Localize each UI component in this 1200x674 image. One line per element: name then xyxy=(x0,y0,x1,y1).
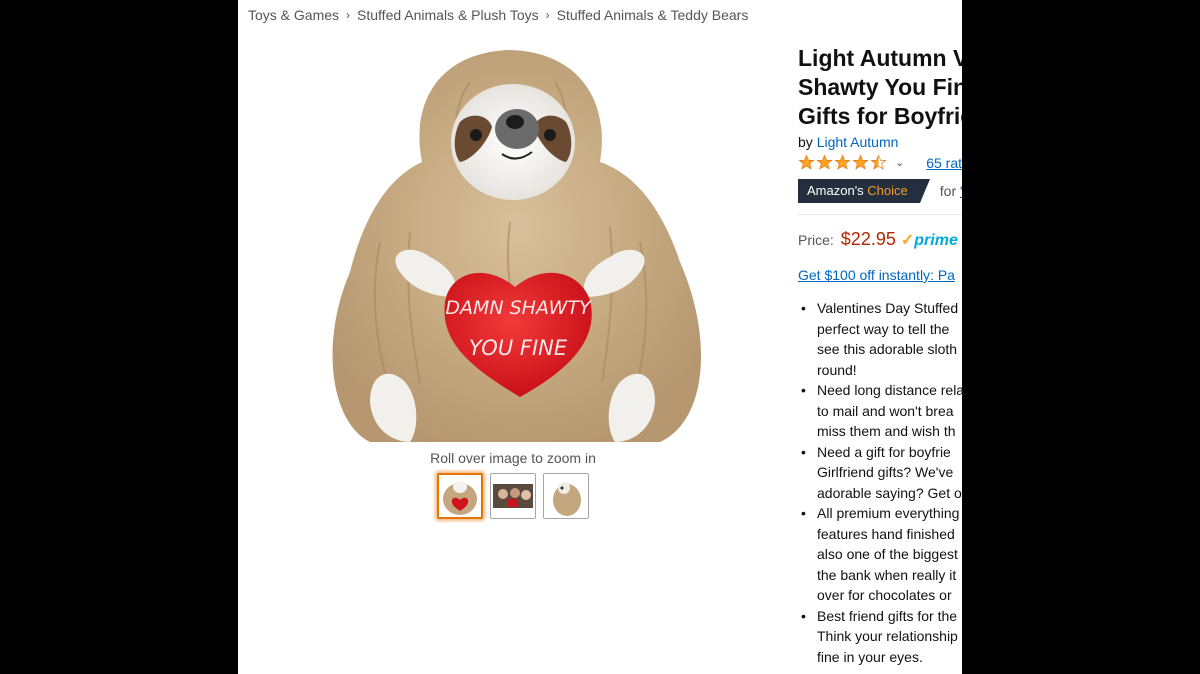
title-line-1: Light Autumn V xyxy=(798,45,962,71)
ratings-count-link[interactable]: 65 rat xyxy=(926,155,962,171)
bullet-line: see this adorable sloth xyxy=(817,341,958,357)
star-rating[interactable] xyxy=(798,154,887,171)
bullet-line: Girlfriend gifts? We've xyxy=(817,464,954,480)
heart-text-line2: YOU FINE xyxy=(469,336,568,360)
bullet-line: fine in your eyes. xyxy=(817,648,923,665)
choice-word: Choice xyxy=(867,183,908,198)
prime-badge[interactable]: ✓prime xyxy=(901,230,958,250)
star-full-icon xyxy=(798,154,815,170)
feature-bullets: Valentines Day Stuffed perfect way to te… xyxy=(798,298,962,667)
heart-text-line1: DAMN SHAWTY xyxy=(445,297,592,319)
bullet-line: over for chocolates or xyxy=(817,587,952,603)
breadcrumb-stuffed-plush[interactable]: Stuffed Animals & Plush Toys xyxy=(357,7,539,23)
thumbnail-2[interactable] xyxy=(490,473,536,519)
by-prefix: by xyxy=(798,134,813,150)
sloth-thumbnail-icon xyxy=(439,475,481,517)
choice-for-text: for "v xyxy=(940,183,962,199)
price-row: Price: $22.95 ✓prime xyxy=(798,229,958,250)
choice-query-link[interactable]: "v xyxy=(960,183,962,199)
sloth-side-thumbnail-icon xyxy=(544,474,588,518)
divider xyxy=(798,214,962,215)
choice-for-label: for xyxy=(939,183,957,199)
product-title: Light Autumn V Shawty You Fine Gifts for… xyxy=(798,44,962,131)
promo-link[interactable]: Get $100 off instantly: Pa xyxy=(798,267,955,283)
people-photo-thumbnail-icon xyxy=(491,474,535,518)
zoom-hint: Roll over image to zoom in xyxy=(430,450,596,466)
bullet-line: features hand finished xyxy=(817,525,955,542)
bullet-line: perfect way to tell the xyxy=(817,320,950,337)
chevron-down-icon[interactable]: ⌄ xyxy=(895,156,904,169)
title-line-2: Shawty You Fine xyxy=(798,74,962,100)
bullet-line: All premium everything xyxy=(817,505,960,521)
feature-bullet: Need a gift for boyfrie Girlfriend gifts… xyxy=(798,442,962,504)
breadcrumb-toys-games[interactable]: Toys & Games xyxy=(248,7,339,23)
breadcrumb: Toys & Games › Stuffed Animals & Plush T… xyxy=(248,7,748,23)
bullet-line: Need a gift for boyfrie xyxy=(817,443,951,460)
breadcrumb-separator: › xyxy=(545,8,550,22)
feature-bullet: Need long distance rela to mail and won'… xyxy=(798,380,962,442)
product-page: Toys & Games › Stuffed Animals & Plush T… xyxy=(238,0,962,674)
bullet-line: also one of the biggest xyxy=(817,546,958,562)
breadcrumb-separator: › xyxy=(346,8,351,22)
prime-check-icon: ✓ xyxy=(900,232,915,249)
bullet-line: Valentines Day Stuffed xyxy=(817,300,959,316)
choice-prefix: Amazon's xyxy=(807,183,864,198)
bullet-line: Think your relationship xyxy=(817,628,958,644)
price-value: $22.95 xyxy=(840,229,896,249)
amazons-choice-row: Amazon's Choice for "v xyxy=(798,179,962,203)
bullet-line: miss them and wish th xyxy=(817,423,956,439)
bullet-line: to mail and won't brea xyxy=(817,402,954,419)
bullet-line: round! xyxy=(817,361,857,378)
title-line-3: Gifts for Boyfrie xyxy=(798,103,962,129)
bullet-line: Best friend gifts for the xyxy=(817,607,958,624)
bullet-line: adorable saying? Get o xyxy=(817,484,962,501)
star-full-icon xyxy=(816,154,833,170)
brand-link[interactable]: Light Autumn xyxy=(817,134,899,150)
feature-bullet: All premium everything features hand fin… xyxy=(798,503,962,606)
price-label: Price: xyxy=(798,232,834,248)
breadcrumb-teddy-bears[interactable]: Stuffed Animals & Teddy Bears xyxy=(557,7,749,23)
main-product-image[interactable]: DAMN SHAWTY YOU FINE xyxy=(310,42,716,448)
rating-row: ⌄ 65 rat xyxy=(798,154,962,171)
feature-bullet: Valentines Day Stuffed perfect way to te… xyxy=(798,298,962,380)
thumbnail-3[interactable] xyxy=(543,473,589,519)
star-full-icon xyxy=(834,154,851,170)
amazons-choice-badge: Amazon's Choice xyxy=(798,179,930,203)
star-half-icon xyxy=(870,154,887,170)
prime-label: prime xyxy=(914,232,958,249)
star-full-icon xyxy=(852,154,869,170)
bullet-line: Need long distance rela xyxy=(817,382,962,398)
thumbnail-strip xyxy=(437,473,589,519)
bullet-line: the bank when really it xyxy=(817,566,957,583)
feature-bullet: Best friend gifts for the Think your rel… xyxy=(798,606,962,668)
thumbnail-1[interactable] xyxy=(437,473,483,519)
sloth-plush-image: DAMN SHAWTY YOU FINE xyxy=(332,50,702,442)
byline: by Light Autumn xyxy=(798,134,898,150)
